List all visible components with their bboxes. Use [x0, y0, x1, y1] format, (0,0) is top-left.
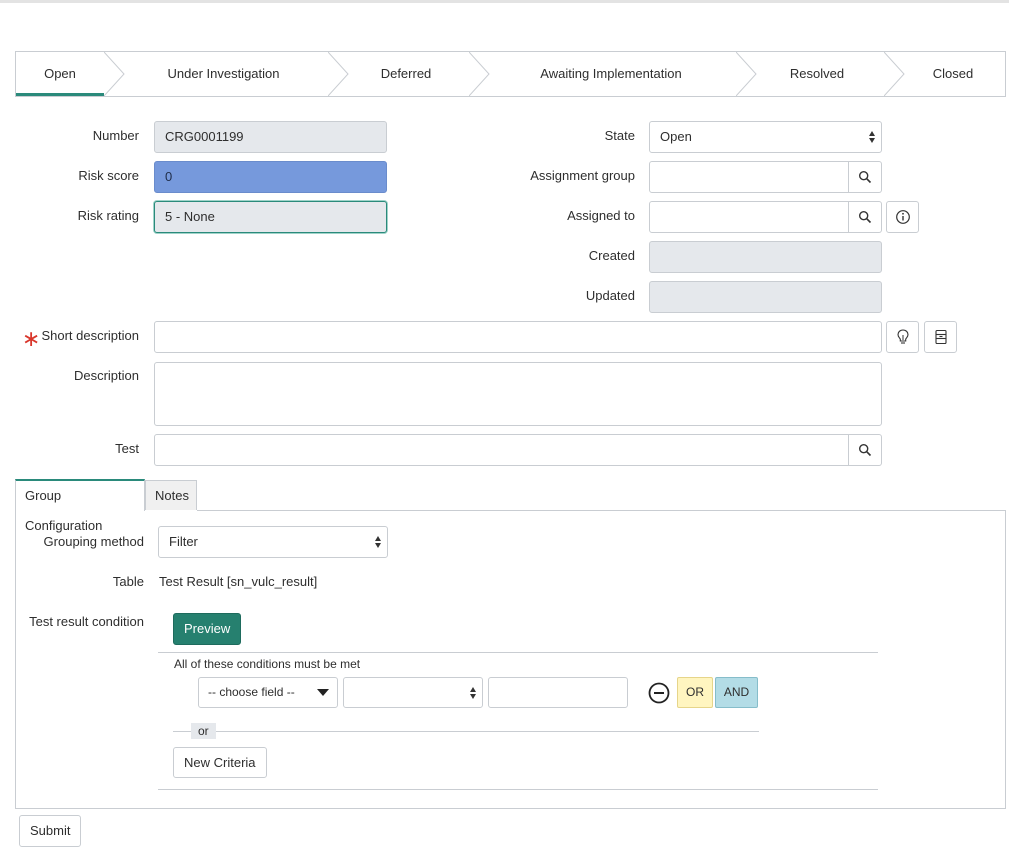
test-lookup: [154, 434, 882, 466]
assigned-to-info-button[interactable]: [886, 201, 919, 233]
assigned-to-label: Assigned to: [567, 208, 635, 223]
risk-rating-field[interactable]: 5 - None: [154, 201, 387, 233]
and-button[interactable]: AND: [715, 677, 758, 708]
select-arrows-icon: [375, 535, 381, 549]
stage-open: Open: [16, 52, 104, 96]
table-label: Table: [112, 574, 144, 589]
remove-condition-icon[interactable]: [648, 682, 670, 704]
conditions-heading: All of these conditions must be met: [174, 657, 361, 671]
top-border: [0, 0, 1009, 3]
search-icon: [858, 443, 872, 457]
tab-label: Notes: [155, 488, 189, 503]
stage-separator: [469, 52, 490, 96]
state-label: State: [604, 128, 635, 143]
tab-notes[interactable]: Notes: [145, 480, 197, 510]
assigned-to-search-button[interactable]: [849, 201, 882, 233]
assignment-group-label: Assignment group: [530, 168, 635, 183]
created-field[interactable]: [649, 241, 882, 273]
grouping-method-label: Grouping method: [43, 534, 144, 549]
test-label: Test: [115, 441, 139, 456]
tab-label: Group Configuration: [25, 488, 103, 533]
dropdown-caret-icon: [317, 689, 329, 696]
stage-separator: [884, 52, 905, 96]
condition-builder-bottom-rule: [158, 789, 878, 790]
assignment-group-lookup: [649, 161, 882, 193]
stage-label: Awaiting Implementation: [540, 66, 682, 81]
template-button[interactable]: [924, 321, 957, 353]
assigned-to-input[interactable]: [649, 201, 849, 233]
stage-awaiting-implementation: Awaiting Implementation: [494, 52, 728, 96]
stage-separator: [736, 52, 757, 96]
stage-closed: Closed: [908, 52, 998, 96]
tab-strip-divider: [197, 510, 1006, 511]
short-description-label: Short description: [41, 328, 139, 343]
short-description-input[interactable]: [154, 321, 882, 353]
stage-separator: [104, 52, 125, 96]
number-label: Number: [92, 128, 139, 143]
grouping-method-select[interactable]: Filter: [158, 526, 388, 558]
assignment-group-input[interactable]: [649, 161, 849, 193]
operator-select[interactable]: [343, 677, 483, 708]
search-icon: [858, 170, 872, 184]
stage-label: Open: [44, 66, 76, 81]
or-separator-label: or: [191, 723, 216, 739]
risk-score-field[interactable]: 0: [154, 161, 387, 193]
select-arrows-icon: [869, 130, 875, 144]
submit-button[interactable]: Submit: [19, 815, 82, 847]
stage-under-investigation: Under Investigation: [126, 52, 321, 96]
stage-label: Resolved: [789, 66, 845, 81]
stage-label: Under Investigation: [167, 66, 280, 81]
test-input[interactable]: [154, 434, 849, 466]
assigned-to-lookup: [649, 201, 882, 233]
choose-field-dropdown[interactable]: -- choose field --: [198, 677, 338, 708]
stage-deferred: Deferred: [352, 52, 460, 96]
new-criteria-button[interactable]: New Criteria: [173, 747, 267, 778]
created-label: Created: [588, 248, 635, 263]
description-textarea[interactable]: [154, 362, 882, 426]
required-marker: ∗: [22, 326, 41, 351]
assignment-group-search-button[interactable]: [849, 161, 882, 193]
preview-button[interactable]: Preview: [173, 613, 242, 645]
condition-value-input[interactable]: [488, 677, 628, 708]
grouping-method-value: Filter: [169, 534, 198, 549]
updated-field[interactable]: [649, 281, 882, 313]
table-value: Test Result [sn_vulc_result]: [159, 574, 318, 589]
risk-score-label: Risk score: [78, 168, 139, 183]
number-field[interactable]: CRG0001199: [154, 121, 387, 153]
stage-separator: [328, 52, 349, 96]
stage-resolved: Resolved: [760, 52, 874, 96]
select-arrows-icon: [470, 686, 476, 700]
or-button[interactable]: OR: [677, 677, 713, 708]
tab-group-configuration[interactable]: Group Configuration: [15, 479, 145, 533]
suggestion-button[interactable]: [886, 321, 919, 353]
stage-label: Deferred: [380, 66, 432, 81]
test-search-button[interactable]: [849, 434, 882, 466]
stage-label: Closed: [932, 66, 974, 81]
state-select-value: Open: [660, 129, 692, 144]
or-separator-line: [173, 731, 759, 732]
state-select[interactable]: Open: [649, 121, 882, 153]
archive-icon: [934, 329, 947, 345]
condition-label: Test result condition: [29, 614, 144, 629]
updated-label: Updated: [585, 288, 635, 303]
condition-builder-top-rule: [158, 652, 878, 653]
description-label: Description: [73, 368, 139, 383]
choose-field-value: -- choose field --: [208, 685, 295, 699]
search-icon: [858, 210, 872, 224]
lightbulb-icon: [896, 329, 909, 344]
risk-rating-label: Risk rating: [77, 208, 139, 223]
info-icon: [895, 210, 910, 224]
process-flow-bar: Open Under Investigation Deferred Awaiti…: [15, 51, 1006, 97]
